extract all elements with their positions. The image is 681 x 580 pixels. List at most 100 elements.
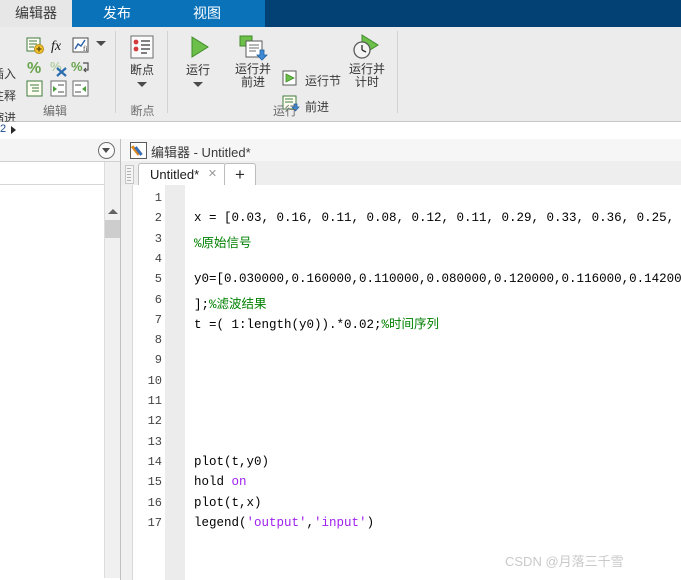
editor-document-tabbar: Untitled* ✕ + xyxy=(121,161,681,186)
line-number: 10 xyxy=(147,373,162,388)
ribbon-tab-strip: 编辑器 发布 视图 xyxy=(0,0,681,27)
insert-script-icon[interactable] xyxy=(25,35,45,55)
code-line[interactable]: t =( 1:length(y0)).*0.02;%时间序列 xyxy=(194,313,439,332)
line-number: 15 xyxy=(147,475,162,490)
document-tab-untitled[interactable]: Untitled* ✕ xyxy=(138,163,226,186)
wrap-comments-icon[interactable]: % xyxy=(71,57,91,77)
run-button[interactable]: 运行 xyxy=(176,33,220,87)
run-and-time-button[interactable]: 运行并 计时 xyxy=(340,33,394,89)
breakpoint-icon xyxy=(130,35,154,59)
scroll-up-arrow-icon[interactable] xyxy=(108,209,118,214)
watermark-text: CSDN @月落三千雪 xyxy=(505,554,624,569)
svg-text:%: % xyxy=(71,59,83,74)
code-editor-area[interactable]: 1 2 3 4 5 6 7 8 9 10 11 12 13 14 15 16 17 x = [0.03, 0.1… xyxy=(121,185,681,580)
ribbon-divider-2 xyxy=(167,31,168,113)
code-line[interactable]: plot(t,x) xyxy=(194,496,262,510)
comment-row-label: 注释 xyxy=(0,89,17,103)
code-keyword: on xyxy=(231,475,247,490)
svg-text:fx: fx xyxy=(51,39,62,54)
run-play-icon xyxy=(191,36,209,58)
left-panel-scrollbar[interactable] xyxy=(104,162,120,578)
run-and-time-icon xyxy=(353,34,379,59)
code-string: 'output' xyxy=(246,515,307,530)
smart-indent-icon[interactable] xyxy=(25,79,45,99)
svg-text:%: % xyxy=(27,60,41,77)
breakpoint-group-label: 断点 xyxy=(130,104,155,118)
editor-document-icon xyxy=(130,142,147,159)
code-line[interactable]: hold on xyxy=(194,475,247,489)
line-number: 14 xyxy=(147,454,162,469)
line-number: 7 xyxy=(154,312,162,327)
editor-titlebar: 编辑器 - Untitled* xyxy=(121,139,681,162)
run-section-label[interactable]: 运行节 xyxy=(305,72,341,89)
left-panel-field[interactable] xyxy=(0,162,105,185)
breadcrumb-arrow-icon[interactable] xyxy=(11,126,16,134)
code-line[interactable]: y0=[0.030000,0.160000,0.110000,0.080000,… xyxy=(194,272,681,286)
code-text: hold xyxy=(194,475,232,490)
uncomment-icon[interactable]: % xyxy=(49,57,69,77)
code-line[interactable]: ];%滤波结果 xyxy=(194,293,267,312)
line-number: 13 xyxy=(147,434,162,449)
close-icon[interactable]: ✕ xyxy=(207,169,218,180)
chevron-down-icon xyxy=(102,148,110,153)
run-caret[interactable] xyxy=(193,82,203,87)
fold-margin[interactable] xyxy=(165,185,185,580)
code-line[interactable]: %原始信号 xyxy=(194,232,252,251)
editor-panel: 编辑器 - Untitled* Untitled* ✕ + 1234567891… xyxy=(121,139,681,580)
run-section-icon[interactable] xyxy=(282,69,302,87)
code-text: ) xyxy=(366,515,375,530)
code-text: legend( xyxy=(194,515,247,530)
code-text: ]; xyxy=(194,297,210,312)
tabbar-grip-handle[interactable] xyxy=(125,165,134,184)
tab-view[interactable]: 视图 xyxy=(162,0,252,27)
run-and-advance-button[interactable]: 运行并 前进 xyxy=(226,33,280,89)
insert-row-label: 插入 xyxy=(0,67,17,81)
left-panel xyxy=(0,139,121,580)
new-tab-button[interactable]: + xyxy=(224,163,256,186)
code-line[interactable]: x = [0.03, 0.16, 0.11, 0.08, 0.12, 0.11,… xyxy=(194,211,681,225)
run-and-advance-label-line2: 前进 xyxy=(240,75,265,89)
code-comment: %滤波结果 xyxy=(209,297,267,312)
run-advance-icon xyxy=(239,35,268,61)
document-tab-label: Untitled* xyxy=(150,167,200,182)
breakpoints-caret[interactable] xyxy=(137,82,147,87)
code-line[interactable]: plot(t,y0) xyxy=(194,455,269,469)
ribbon-divider-3 xyxy=(397,31,398,113)
code-text: plot(t,y0) xyxy=(194,454,270,469)
comment-percent-icon[interactable]: % xyxy=(25,57,45,77)
breakpoints-button-label: 断点 xyxy=(129,63,154,77)
edit-group-overflow-caret[interactable] xyxy=(96,41,106,46)
svg-text:fi: fi xyxy=(83,45,87,53)
code-text: y0=[0.030000,0.160000,0.110000,0.080000,… xyxy=(194,272,681,287)
code-comment: %时间序列 xyxy=(381,317,440,332)
code-text: t =( 1:length(y0)).*0.02; xyxy=(194,317,382,332)
breakpoints-button[interactable]: 断点 xyxy=(122,33,162,87)
function-browser-icon[interactable]: fi xyxy=(71,35,91,55)
ribbon-divider-1 xyxy=(115,31,116,113)
line-number: 16 xyxy=(147,495,162,510)
code-line[interactable]: legend('output','input') xyxy=(194,516,374,530)
code-text: plot(t,x) xyxy=(194,495,262,510)
indent-left-icon[interactable] xyxy=(71,79,91,99)
line-number: 17 xyxy=(147,515,162,530)
breadcrumb-path[interactable]: 2 xyxy=(0,123,6,135)
line-number: 5 xyxy=(154,272,162,287)
fx-function-icon[interactable]: fx xyxy=(49,35,69,55)
scrollbar-thumb[interactable] xyxy=(105,220,120,238)
editor-title-text: 编辑器 - Untitled* xyxy=(151,145,251,160)
tab-editor[interactable]: 编辑器 xyxy=(0,0,72,27)
line-number: 8 xyxy=(154,333,162,348)
line-number: 1 xyxy=(154,191,162,205)
indent-right-icon[interactable] xyxy=(49,79,69,99)
line-number-gutter: 1 2 3 4 5 6 7 8 9 10 11 12 13 14 15 16 17 xyxy=(133,185,165,580)
breadcrumb[interactable]: 2 xyxy=(0,122,681,140)
edit-group-label: 编辑 xyxy=(42,104,67,118)
line-number: 9 xyxy=(154,353,162,368)
left-panel-dropdown-button[interactable] xyxy=(98,142,115,159)
code-text: x = [0.03, 0.16, 0.11, 0.08, 0.12, 0.11,… xyxy=(194,211,681,226)
tab-publish[interactable]: 发布 xyxy=(72,0,162,27)
line-number: 3 xyxy=(154,231,162,246)
breakpoint-gutter[interactable] xyxy=(121,185,133,580)
titlebar-filler xyxy=(265,0,681,27)
code-comment: %原始信号 xyxy=(194,236,252,251)
